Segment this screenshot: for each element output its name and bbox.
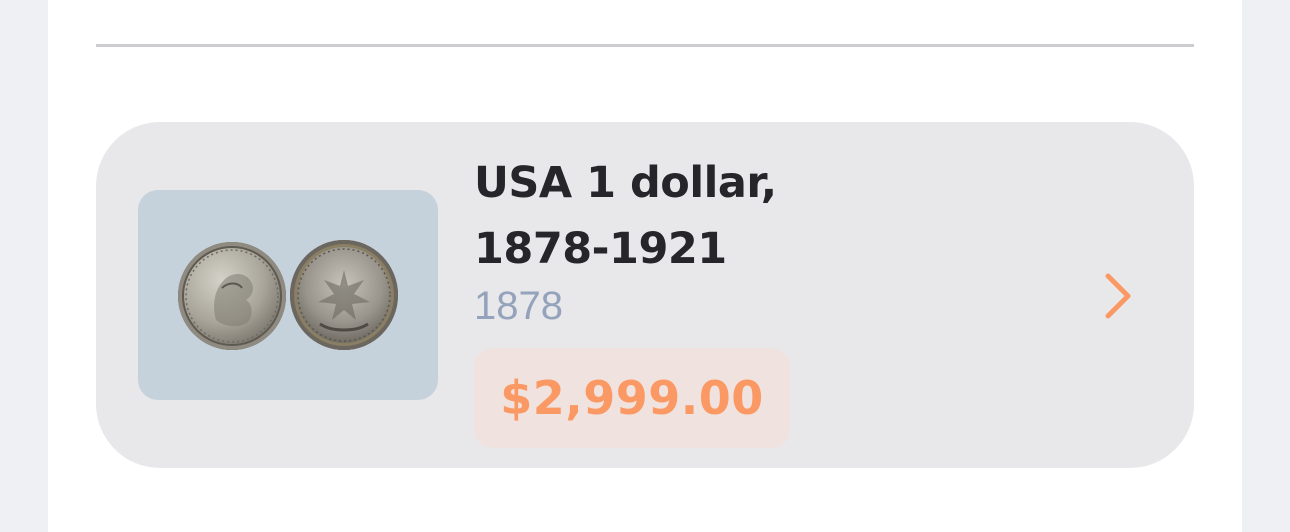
coin-year: 1878 xyxy=(474,284,563,328)
coin-reverse-image xyxy=(290,240,398,350)
coin-title: USA 1 dollar, 1878-1921 xyxy=(474,150,994,282)
coin-thumbnail xyxy=(138,190,438,400)
coin-obverse-image xyxy=(178,242,286,350)
price-value: $2,999.00 xyxy=(500,371,764,425)
coin-title-line-1: USA 1 dollar, xyxy=(474,158,777,208)
chevron-right-icon[interactable] xyxy=(1100,270,1136,322)
price-badge: $2,999.00 xyxy=(474,348,790,448)
divider xyxy=(96,44,1194,47)
content-panel: USA 1 dollar, 1878-1921 1878 $2,999.00 xyxy=(48,0,1242,532)
coin-title-line-2: 1878-1921 xyxy=(474,224,727,274)
coin-listing-card[interactable]: USA 1 dollar, 1878-1921 1878 $2,999.00 xyxy=(96,122,1194,468)
